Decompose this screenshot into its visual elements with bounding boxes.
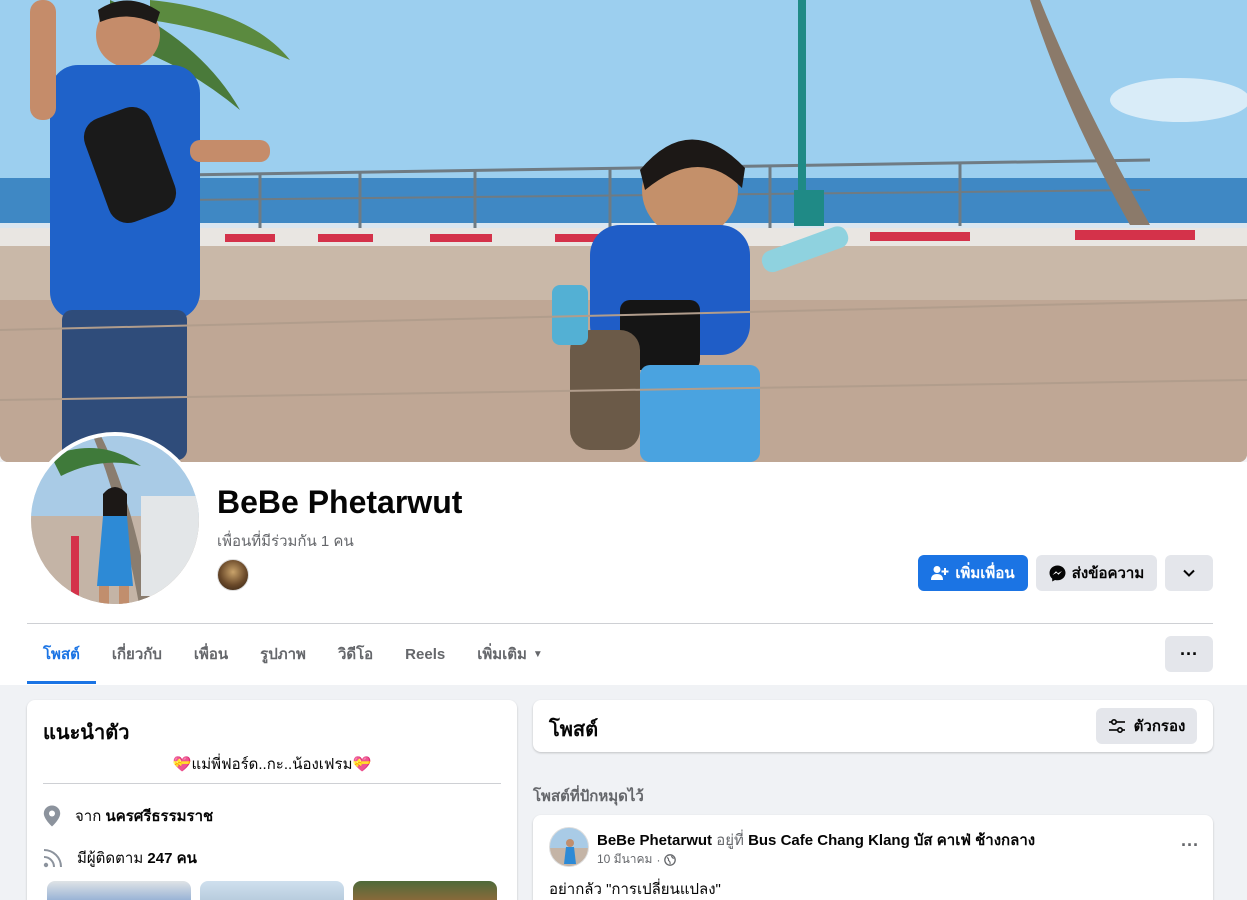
tab-videos-label: วิดีโอ <box>337 646 374 663</box>
profile-name: BeBe Phetarwut <box>217 484 463 520</box>
tab-more-label: เพิ่มเติม <box>477 646 527 663</box>
intro-featured-photos <box>47 881 497 900</box>
intro-from-prefix: จาก <box>75 808 102 825</box>
post-options-button[interactable]: ··· <box>1181 835 1199 856</box>
tab-friends-label: เพื่อน <box>193 646 229 663</box>
post-at-text: อยู่ที่ <box>716 832 744 849</box>
globe-icon <box>664 853 677 866</box>
sliders-icon <box>1108 719 1125 733</box>
post-date[interactable]: 10 มีนาคม <box>597 850 652 869</box>
add-friend-label: เพิ่มเพื่อน <box>955 565 1015 582</box>
rss-icon <box>43 849 62 868</box>
mutual-friend-avatar[interactable] <box>217 559 249 591</box>
featured-photo[interactable] <box>47 881 191 900</box>
caret-down-icon: ▼ <box>532 648 543 660</box>
pinned-post: BeBe Phetarwut อยู่ที่ Bus Cafe Chang Kl… <box>533 815 1213 900</box>
profile-avatar[interactable] <box>27 432 203 608</box>
featured-photo[interactable] <box>353 881 497 900</box>
intro-card: แนะนำตัว 💝แม่พี่ฟอร์ด..กะ..น้องเฟรม💝 จาก… <box>27 700 517 900</box>
tab-videos[interactable]: วิดีโอ <box>322 624 389 684</box>
filter-button[interactable]: ตัวกรอง <box>1096 708 1197 744</box>
post-author-avatar[interactable] <box>549 827 589 867</box>
more-dots-icon: ··· <box>1180 643 1198 664</box>
post-place[interactable]: Bus Cafe Chang Klang บัส คาเฟ่ ช้างกลาง <box>748 832 1035 849</box>
pinned-posts-label: โพสต์ที่ปักหมุดไว้ <box>533 788 644 805</box>
intro-title: แนะนำตัว <box>43 722 130 744</box>
profile-more-button[interactable] <box>1165 555 1213 591</box>
intro-followers: มีผู้ติดตาม 247 คน <box>43 846 197 870</box>
send-message-button[interactable]: ส่งข้อความ <box>1036 555 1157 591</box>
tab-about[interactable]: เกี่ยวกับ <box>96 624 178 684</box>
tab-more[interactable]: เพิ่มเติม ▼ <box>461 624 559 684</box>
intro-followers-count[interactable]: 247 คน <box>147 850 196 867</box>
post-header: BeBe Phetarwut อยู่ที่ Bus Cafe Chang Kl… <box>597 828 1035 852</box>
chevron-down-icon <box>1183 569 1195 577</box>
add-friend-button[interactable]: เพิ่มเพื่อน <box>918 555 1028 591</box>
posts-title: โพสต์ <box>549 719 599 741</box>
featured-photo[interactable] <box>200 881 344 900</box>
person-plus-icon <box>931 566 949 580</box>
location-pin-icon <box>43 805 61 827</box>
messenger-icon <box>1049 565 1066 581</box>
intro-from-place[interactable]: นครศรีธรรมราช <box>105 808 213 825</box>
tabs-more-button[interactable]: ··· <box>1165 636 1213 672</box>
post-text: อย่ากลัว "การเปลี่ยนแปลง" <box>549 881 721 898</box>
tab-friends[interactable]: เพื่อน <box>178 624 244 684</box>
tab-about-label: เกี่ยวกับ <box>111 646 162 663</box>
post-author-name[interactable]: BeBe Phetarwut <box>597 832 712 849</box>
cover-photo[interactable] <box>0 0 1247 462</box>
intro-followers-prefix: มีผู้ติดตาม <box>77 850 144 867</box>
tab-photos[interactable]: รูปภาพ <box>244 624 322 684</box>
post-meta: 10 มีนาคม · <box>597 850 677 869</box>
tab-photos-label: รูปภาพ <box>260 646 306 663</box>
tab-posts[interactable]: โพสต์ <box>27 624 96 684</box>
tab-reels-label: Reels <box>405 645 446 663</box>
cover-photo-image <box>0 0 1247 462</box>
intro-hometown: จาก นครศรีธรรมราช <box>43 804 213 828</box>
intro-divider <box>43 783 501 784</box>
mutual-friends-count[interactable]: เพื่อนที่มีร่วมกัน 1 คน <box>217 529 354 553</box>
send-message-label: ส่งข้อความ <box>1071 565 1145 582</box>
intro-bio: 💝แม่พี่ฟอร์ด..กะ..น้องเฟรม💝 <box>172 756 372 773</box>
posts-header-card: โพสต์ ตัวกรอง <box>533 700 1213 752</box>
profile-avatar-image <box>31 436 199 604</box>
tab-posts-label: โพสต์ <box>43 646 80 663</box>
filter-label: ตัวกรอง <box>1133 718 1186 735</box>
tab-reels[interactable]: Reels <box>389 624 461 684</box>
profile-tabs: โพสต์ เกี่ยวกับ เพื่อน รูปภาพ วิดีโอ Ree… <box>27 624 559 684</box>
